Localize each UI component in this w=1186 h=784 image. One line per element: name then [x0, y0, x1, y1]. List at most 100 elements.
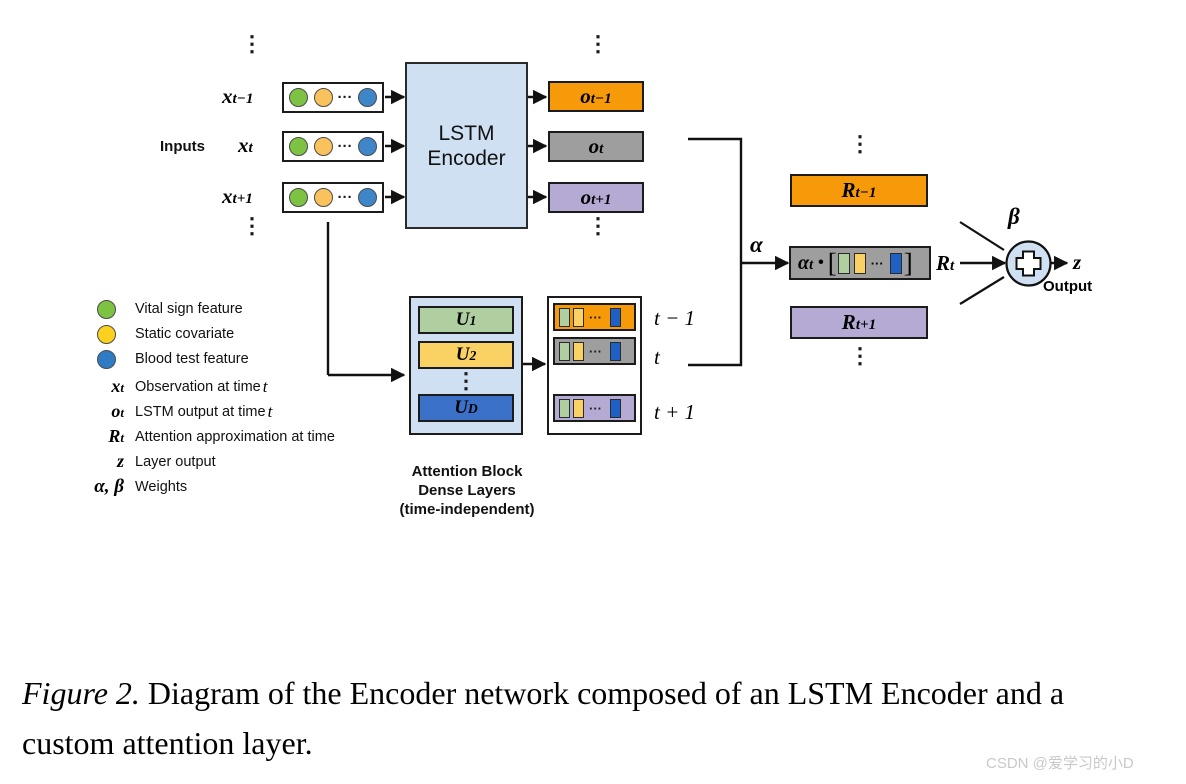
input-label-base: x [238, 133, 249, 157]
input-label-sub: t−1 [232, 91, 254, 107]
r-box-t-plus-1: Rt+1 [790, 306, 928, 339]
legend-label: Observation at time [135, 378, 261, 395]
dense-layer-label-sub: 1 [469, 313, 477, 328]
time-label-t-minus-1: t − 1 [654, 306, 696, 330]
legend-item-vital-sign: Vital sign feature [88, 298, 398, 320]
r-side-label-base: R [936, 251, 951, 275]
vector-ellipsis: ··· [337, 189, 353, 206]
chip-green [559, 398, 570, 418]
legend-label: Weights [135, 478, 188, 495]
figure-canvas: ⋮ Inputs xt−1 ··· xt ··· xt+1 ··· ⋮ LSTM… [0, 0, 1186, 784]
legend-symbol: Rt [88, 426, 124, 447]
output-label-base: o [580, 185, 592, 209]
input-label-base: x [222, 84, 233, 108]
time-label-t-plus-1: t + 1 [654, 400, 696, 424]
vital-sign-swatch [96, 299, 116, 319]
legend-label: Layer output [135, 453, 216, 470]
legend-label: LSTM output at time [135, 403, 266, 420]
chip-ellipsis: ··· [589, 400, 602, 416]
figure-caption-text: Diagram of the Encoder network composed … [22, 675, 1065, 761]
blood-test-dot [357, 188, 377, 207]
legend-label: Static covariate [135, 326, 235, 342]
legend-symbol: xt [88, 376, 124, 397]
r-box-t-minus-1: Rt−1 [790, 174, 928, 207]
legend-label-tail: t [267, 401, 273, 421]
input-vector-t: ··· [282, 131, 384, 162]
legend-item-weights: α, β Weights [88, 474, 398, 499]
chip-green [837, 252, 850, 274]
rt-alpha-sub: t [809, 256, 814, 273]
output-text-label: Output [1043, 278, 1093, 295]
input-label-base: x [222, 184, 233, 208]
legend-symbol: α, β [88, 476, 124, 498]
dense-layer-label-base: U [455, 344, 470, 365]
chip-yellow [573, 307, 584, 327]
dense-layer-u1: U1 [418, 306, 514, 334]
time-vector-stack: ··· ··· ··· [547, 296, 642, 435]
rt-dot-operator: • [818, 254, 824, 271]
legend-label-tail: t [262, 376, 268, 396]
chip-blue [889, 252, 902, 274]
legend-item-lstm-output: ot LSTM output at time t [88, 399, 398, 424]
output-label-base: o [588, 134, 600, 158]
static-covariate-dot [313, 88, 333, 107]
r-stack-bottom-ellipsis: ⋮ [849, 343, 871, 368]
legend-symbol-base: α, β [94, 475, 124, 497]
time-label-t: t [654, 345, 660, 369]
chip-blue [610, 398, 621, 418]
legend: Vital sign feature Static covariate Bloo… [88, 298, 398, 499]
time-vector-t-plus-1: ··· [553, 394, 636, 422]
dense-layer-ellipsis: ⋮ [455, 368, 477, 393]
attention-dense-block: U1 U2 ⋮ UD [409, 296, 523, 435]
dense-layer-label-base: U [454, 397, 468, 418]
lstm-encoder-box: LSTM Encoder [405, 62, 528, 229]
legend-item-blood-test: Blood test feature [88, 348, 398, 370]
static-covariate-dot [313, 188, 333, 207]
lstm-encoder-line1: LSTM [438, 121, 495, 145]
input-vector-t-plus-1: ··· [282, 182, 384, 213]
legend-label: Vital sign feature [135, 301, 243, 317]
inputs-group-label: Inputs [160, 138, 205, 155]
r-label-base: R [841, 310, 856, 334]
chip-green [559, 341, 570, 361]
watermark: CSDN @爱学习的小D [986, 755, 1134, 772]
legend-item-attention-approximation: Rt Attention approximation at time [88, 424, 398, 449]
input-label-sub: t+1 [232, 191, 253, 207]
outputs-bottom-ellipsis: ⋮ [587, 213, 609, 238]
legend-label: Attention approximation at time [135, 428, 335, 445]
legend-item-layer-output: z Layer output [88, 449, 398, 474]
legend-symbol-sub: t [120, 430, 124, 445]
lstm-encoder-label: LSTM Encoder [427, 121, 505, 171]
chip-yellow [573, 398, 584, 418]
dense-layer-label-base: U [455, 309, 470, 330]
r-stack-top-ellipsis: ⋮ [849, 131, 871, 156]
output-label-sub: t−1 [590, 91, 612, 107]
output-symbol-z: z [1073, 250, 1082, 274]
blood-test-swatch [96, 349, 116, 369]
attention-block-caption-line1: Attention Block [411, 463, 523, 480]
time-vector-t: ··· [553, 337, 636, 365]
legend-item-static-covariate: Static covariate [88, 323, 398, 345]
dense-layer-label-sub: D [467, 401, 478, 416]
chip-blue [610, 341, 621, 361]
rt-alpha-symbol: αt [798, 252, 813, 275]
time-vector-t-minus-1: ··· [553, 303, 636, 331]
chip-ellipsis: ··· [870, 255, 884, 271]
inputs-bottom-ellipsis: ⋮ [241, 213, 263, 238]
r-box-t: αt • [ ··· ] [789, 246, 931, 280]
r-side-label-t: Rt [936, 251, 954, 276]
input-label-t-plus-1: xt+1 [222, 184, 253, 209]
outputs-top-ellipsis: ⋮ [587, 31, 609, 56]
output-label-sub: t [599, 141, 604, 157]
lstm-encoder-line2: Encoder [427, 146, 506, 170]
attention-block-caption: Attention Block Dense Layers (time-indep… [378, 462, 556, 519]
vector-ellipsis: ··· [337, 138, 353, 155]
legend-item-observation: xt Observation at time t [88, 374, 398, 399]
output-label-base: o [580, 84, 591, 108]
legend-label: Blood test feature [135, 351, 249, 367]
input-label-sub: t [248, 140, 253, 156]
dense-layer-u2: U2 [418, 341, 514, 369]
legend-symbol-sub: t [120, 405, 124, 420]
figure-caption-label: Figure 2. [22, 675, 140, 711]
attention-block-caption-line3: (time-independent) [399, 501, 535, 518]
